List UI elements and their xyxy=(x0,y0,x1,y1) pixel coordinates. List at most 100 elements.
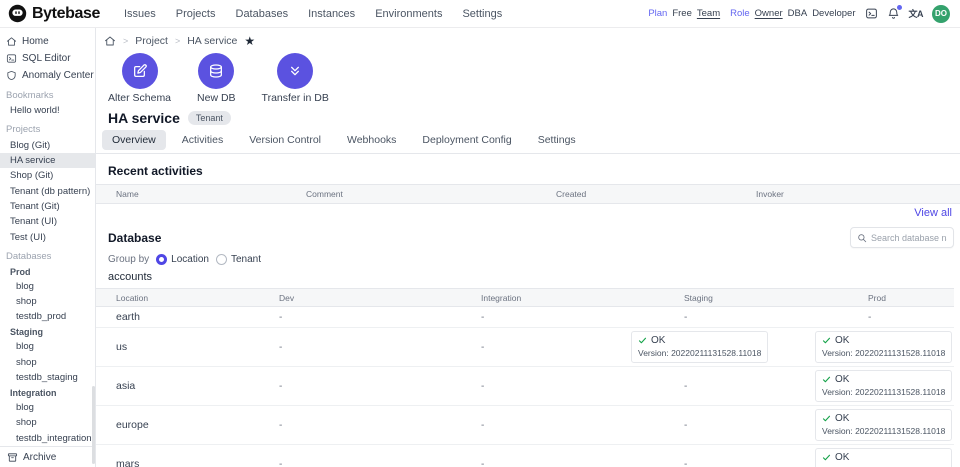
nav-item-projects[interactable]: Projects xyxy=(176,8,216,20)
view-all-link[interactable]: View all xyxy=(96,207,952,219)
sidebar-item-prod-blog[interactable]: blog xyxy=(0,279,95,294)
table-row-mars[interactable]: mars---OKVersion: 20220211131528.11018 xyxy=(96,445,954,467)
action-alter-schema[interactable]: Alter Schema xyxy=(108,53,171,104)
status-box[interactable]: OKVersion: 20220211131528.11018 xyxy=(815,370,952,402)
sidebar-item-prod-shop[interactable]: shop xyxy=(0,294,95,309)
home-icon[interactable] xyxy=(104,35,116,47)
nav-meta-plan[interactable]: Plan xyxy=(648,8,667,19)
sidebar-item-shop-git[interactable]: Shop (Git) xyxy=(0,168,95,183)
top-nav: Bytebase Issues Projects Databases Instance… xyxy=(0,0,960,28)
tenant-group-title: accounts xyxy=(108,271,960,283)
radio-location[interactable]: Location xyxy=(156,254,209,265)
radio-dot xyxy=(216,254,227,265)
search-input[interactable] xyxy=(871,233,947,243)
nav-item-databases[interactable]: Databases xyxy=(236,8,289,20)
content: HomeSQL Editor Anomaly Center BookmarksHel… xyxy=(0,28,960,467)
empty-cell: - xyxy=(461,312,664,323)
brand[interactable]: Bytebase xyxy=(8,4,100,23)
tab-deployment-config[interactable]: Deployment Config xyxy=(412,130,521,150)
bell-icon[interactable] xyxy=(887,7,900,20)
nav-item-environments[interactable]: Environments xyxy=(375,8,442,20)
action-transfer-in-db[interactable]: Transfer in DB xyxy=(262,53,329,104)
status-text: OK xyxy=(651,335,665,346)
tab-activities[interactable]: Activities xyxy=(172,130,233,150)
radio-label: Tenant xyxy=(231,254,261,265)
empty-cell: - xyxy=(461,459,664,467)
tab-overview[interactable]: Overview xyxy=(102,130,166,150)
sidebar-item-blog-git[interactable]: Blog (Git) xyxy=(0,137,95,152)
nav-meta-owner[interactable]: Owner xyxy=(755,8,783,19)
database-table-body: earth----us--OKVersion: 20220211131528.1… xyxy=(96,307,954,467)
column-staging: Staging xyxy=(664,293,848,303)
status-box[interactable]: OKVersion: 20220211131528.11018 xyxy=(815,448,952,467)
table-row-europe[interactable]: europe---OKVersion: 20220211131528.11018 xyxy=(96,406,954,445)
home-icon xyxy=(6,36,17,47)
sidebar-item-hello-world[interactable]: Hello world! xyxy=(0,103,95,118)
empty-cell: - xyxy=(461,420,664,431)
sidebar-item-ha-service[interactable]: HA service xyxy=(0,153,95,168)
tab-settings[interactable]: Settings xyxy=(528,130,586,150)
sidebar-group-integration: Integration xyxy=(0,385,95,400)
nav-meta-developer[interactable]: Developer xyxy=(812,8,855,19)
sidebar-item-prod-testdb-prod[interactable]: testdb_prod xyxy=(0,309,95,324)
breadcrumb-ha-service[interactable]: HA service xyxy=(187,35,237,47)
console-icon[interactable] xyxy=(865,7,878,20)
sidebar-item-label: Anomaly Center xyxy=(22,70,94,81)
nav-item-instances[interactable]: Instances xyxy=(308,8,355,20)
column-location: Location xyxy=(96,293,259,303)
empty-cell: - xyxy=(664,312,848,323)
sidebar-item-home[interactable]: Home xyxy=(0,33,95,50)
nav-meta-free[interactable]: Free xyxy=(672,8,692,19)
status-box[interactable]: OKVersion: 20220211131528.11018 xyxy=(815,331,952,363)
table-row-earth[interactable]: earth---- xyxy=(96,307,954,328)
sidebar-item-staging-testdb-staging[interactable]: testdb_staging xyxy=(0,370,95,385)
nav-item-settings[interactable]: Settings xyxy=(462,8,502,20)
sidebar-item-integration-shop[interactable]: shop xyxy=(0,415,95,430)
avatar[interactable]: DO xyxy=(932,5,950,23)
terminal-icon xyxy=(6,53,17,64)
action-label: Alter Schema xyxy=(108,92,171,104)
status-line: OK xyxy=(822,335,945,346)
sidebar-item-integration-blog[interactable]: blog xyxy=(0,400,95,415)
sidebar-item-staging-blog[interactable]: blog xyxy=(0,339,95,354)
sidebar-item-test-ui[interactable]: Test (UI) xyxy=(0,230,95,245)
sidebar-item-sql-editor[interactable]: SQL Editor xyxy=(0,50,95,67)
radio-tenant[interactable]: Tenant xyxy=(216,254,261,265)
status-text: OK xyxy=(835,374,849,385)
nav-meta-team[interactable]: Team xyxy=(697,8,720,19)
nav-meta-dba[interactable]: DBA xyxy=(788,8,808,19)
sidebar-item-tenant-git[interactable]: Tenant (Git) xyxy=(0,199,95,214)
tab-version-control[interactable]: Version Control xyxy=(239,130,331,150)
sidebar-scrollbar[interactable] xyxy=(92,386,95,464)
activities-table-header: NameCommentCreatedInvoker xyxy=(96,184,960,204)
bytebase-logo-icon xyxy=(8,4,27,23)
table-row-us[interactable]: us--OKVersion: 20220211131528.11018OKVer… xyxy=(96,328,954,367)
tenant-badge: Tenant xyxy=(188,111,231,125)
radio-dot xyxy=(156,254,167,265)
status-line: OK xyxy=(822,374,945,385)
breadcrumb-project[interactable]: Project xyxy=(135,35,168,47)
sidebar-item-tenant-db-pattern[interactable]: Tenant (db pattern) xyxy=(0,184,95,199)
sidebar-item-archive[interactable]: Archive xyxy=(0,446,95,467)
table-row-asia[interactable]: asia---OKVersion: 20220211131528.11018 xyxy=(96,367,954,406)
column-comment: Comment xyxy=(286,189,536,199)
version-text: Version: 20220211131528.11018 xyxy=(822,426,945,436)
status-cell: OKVersion: 20220211131528.11018 xyxy=(848,367,954,405)
language-icon[interactable]: 文A xyxy=(909,7,924,20)
sidebar-section-bookmarks: Bookmarks xyxy=(0,84,95,103)
sidebar-item-anomaly-center[interactable]: Anomaly Center xyxy=(0,67,95,84)
tab-webhooks[interactable]: Webhooks xyxy=(337,130,406,150)
check-icon xyxy=(638,336,647,345)
status-box[interactable]: OKVersion: 20220211131528.11018 xyxy=(631,331,768,363)
breadcrumb: >Project>HA service ★ xyxy=(104,35,960,47)
sidebar-item-integration-testdb-integration[interactable]: testdb_integration xyxy=(0,431,95,446)
nav-item-issues[interactable]: Issues xyxy=(124,8,156,20)
status-box[interactable]: OKVersion: 20220211131528.11018 xyxy=(815,409,952,441)
action-new-db[interactable]: New DB xyxy=(197,53,236,104)
database-search[interactable] xyxy=(850,227,954,248)
sidebar-item-staging-shop[interactable]: shop xyxy=(0,355,95,370)
sidebar-item-tenant-ui[interactable]: Tenant (UI) xyxy=(0,214,95,229)
favorite-star-icon[interactable]: ★ xyxy=(244,36,255,46)
sidebar-section-projects: Projects xyxy=(0,118,95,137)
nav-meta-role[interactable]: Role xyxy=(730,8,750,19)
